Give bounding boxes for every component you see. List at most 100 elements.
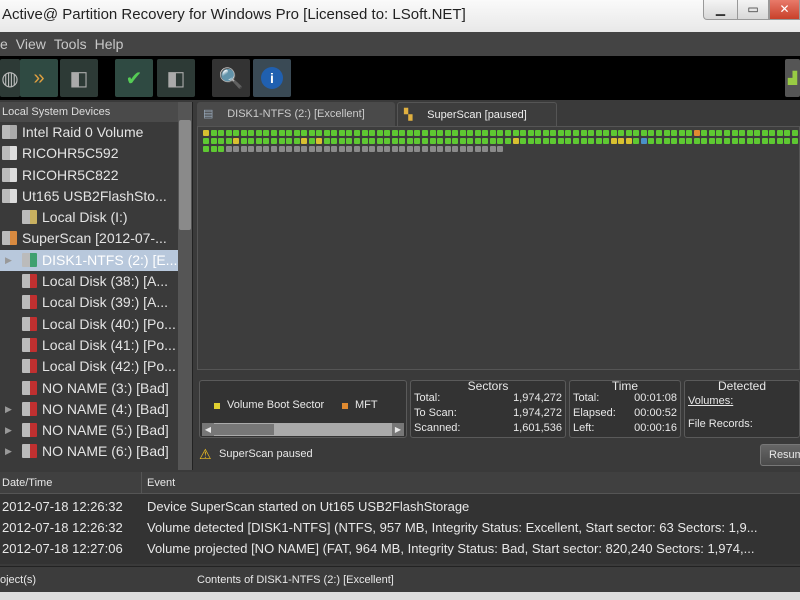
volume-bad-icon xyxy=(22,295,37,310)
scan-block xyxy=(557,138,564,144)
scan-block xyxy=(482,138,489,144)
tree-item[interactable]: Local Disk (41:) [Po... xyxy=(0,335,178,356)
scan-block xyxy=(316,138,323,144)
tree-scroll-thumb[interactable] xyxy=(179,120,191,230)
close-button[interactable]: ✕ xyxy=(769,0,800,20)
disk-save-button[interactable]: ◧ xyxy=(157,59,195,97)
status-contents: Contents of DISK1-NTFS (2:) [Excellent] xyxy=(197,574,394,586)
scan-block xyxy=(323,138,330,144)
sectors-scanned: 1,601,536 xyxy=(513,422,562,434)
tree-item[interactable]: ▶ NO NAME (5:) [Bad] xyxy=(0,420,178,441)
tree-item[interactable]: SuperScan [2012-07-... xyxy=(0,228,178,249)
volumes-link[interactable]: Volumes: xyxy=(688,395,733,407)
log-row[interactable]: 2012-07-18 12:26:32 Volume detected [DISK… xyxy=(0,517,800,538)
scan-block xyxy=(625,138,632,144)
tree-item[interactable]: ▶ NO NAME (4:) [Bad] xyxy=(0,399,178,420)
scan-block xyxy=(218,146,225,152)
tree-item[interactable]: Local Disk (39:) [A... xyxy=(0,292,178,313)
tree-item-label: Local Disk (40:) [Po... xyxy=(42,315,176,332)
menu-view[interactable]: View xyxy=(16,36,46,52)
expand-arrow-icon[interactable]: ▶ xyxy=(5,250,12,271)
scan-block xyxy=(278,130,285,136)
scan-block xyxy=(595,130,602,136)
legend-hscrollbar[interactable]: ◀ ▶ xyxy=(202,423,404,436)
tree-item[interactable]: Intel Raid 0 Volume xyxy=(0,122,178,143)
scan-block xyxy=(769,138,776,144)
scan-block xyxy=(739,138,746,144)
mft-legend-swatch xyxy=(342,403,348,409)
tree-item[interactable]: Local Disk (38:) [A... xyxy=(0,271,178,292)
scan-block xyxy=(346,146,353,152)
info-icon: i xyxy=(261,67,283,89)
expand-arrow-icon[interactable]: ▶ xyxy=(5,399,12,420)
scan-block xyxy=(406,146,413,152)
maximize-button[interactable]: ▭ xyxy=(737,0,769,20)
column-event[interactable]: Event xyxy=(147,472,175,494)
superscan-button[interactable]: » xyxy=(20,59,58,97)
tab-disk1-ntfs[interactable]: ▤ DISK1-NTFS (2:) [Excellent] xyxy=(197,102,395,126)
scan-block xyxy=(467,146,474,152)
recover-button[interactable]: ✔ xyxy=(115,59,153,97)
title-bar: Active@ Partition Recovery for Windows P… xyxy=(0,0,800,32)
search-button[interactable]: 🔍 xyxy=(212,59,250,97)
menu-tools[interactable]: Tools xyxy=(54,36,87,52)
scan-block xyxy=(286,146,293,152)
scan-block xyxy=(293,146,300,152)
sectors-title: Sectors xyxy=(467,379,509,393)
tree-item[interactable]: Local Disk (40:) [Po... xyxy=(0,314,178,335)
scan-map xyxy=(197,126,800,370)
scan-block xyxy=(535,130,542,136)
expand-arrow-icon[interactable]: ▶ xyxy=(5,420,12,441)
scan-block xyxy=(633,130,640,136)
scan-block xyxy=(308,138,315,144)
tree-item[interactable]: RICOHR5C822 xyxy=(0,165,178,186)
log-row[interactable]: 2012-07-18 12:27:06 Volume projected [NO … xyxy=(0,538,800,559)
scan-block xyxy=(421,138,428,144)
scan-block xyxy=(459,138,466,144)
scan-block xyxy=(656,138,662,144)
usb-icon xyxy=(2,146,17,161)
scan-block xyxy=(376,138,383,144)
search-icon: 🔍 xyxy=(218,67,244,90)
tree-item[interactable]: Ut165 USB2FlashSto... xyxy=(0,186,178,207)
column-datetime[interactable]: Date/Time xyxy=(2,472,52,494)
legend-scroll-thumb[interactable] xyxy=(214,424,274,435)
tree-item[interactable]: ▶ NO NAME (6:) [Bad] xyxy=(0,441,178,462)
disk-button[interactable]: ◧ xyxy=(60,59,98,97)
tree-item[interactable]: NO NAME (3:) [Bad] xyxy=(0,378,178,399)
volume-bad-icon xyxy=(22,337,37,352)
scan-block xyxy=(429,138,436,144)
info-button[interactable]: i xyxy=(253,59,291,97)
tree-item[interactable]: RICOHR5C592 xyxy=(0,143,178,164)
scan-block xyxy=(550,130,557,136)
expand-arrow-icon[interactable]: ▶ xyxy=(5,441,12,462)
scan-block xyxy=(338,146,345,152)
scan-disk-button[interactable]: ◍ xyxy=(0,59,20,97)
menu-file[interactable]: e xyxy=(0,36,8,52)
tree-item[interactable]: ▶ DISK1-NTFS (2:) [E... xyxy=(0,249,178,272)
scroll-right-icon[interactable]: ▶ xyxy=(392,423,404,436)
scroll-left-icon[interactable]: ◀ xyxy=(202,423,214,436)
scan-block xyxy=(399,138,406,144)
resume-button[interactable]: Resum xyxy=(760,444,800,466)
scan-block xyxy=(618,138,625,144)
scan-block xyxy=(429,130,436,136)
minimize-button[interactable]: ▁ xyxy=(703,0,738,20)
scan-block xyxy=(270,146,277,152)
scan-block xyxy=(316,130,323,136)
scan-block xyxy=(248,146,255,152)
log-datetime: 2012-07-18 12:26:32 xyxy=(2,520,123,535)
scan-block xyxy=(323,130,330,136)
scan-block xyxy=(270,138,277,144)
menu-help[interactable]: Help xyxy=(95,36,124,52)
tree-item[interactable]: Local Disk (I:) xyxy=(0,207,178,228)
scan-block xyxy=(210,130,217,136)
tree-item-label: SuperScan [2012-07-... xyxy=(22,230,167,247)
scan-block xyxy=(550,138,557,144)
tab-superscan[interactable]: ▚ SuperScan [paused] xyxy=(397,102,557,126)
log-row[interactable]: 2012-07-18 12:26:32 Device SuperScan star… xyxy=(0,496,800,517)
legend-mft: MFT xyxy=(355,399,378,411)
scan-block xyxy=(218,130,225,136)
chart-button[interactable]: ▟ xyxy=(785,59,800,97)
tree-item[interactable]: Local Disk (42:) [Po... xyxy=(0,356,178,377)
